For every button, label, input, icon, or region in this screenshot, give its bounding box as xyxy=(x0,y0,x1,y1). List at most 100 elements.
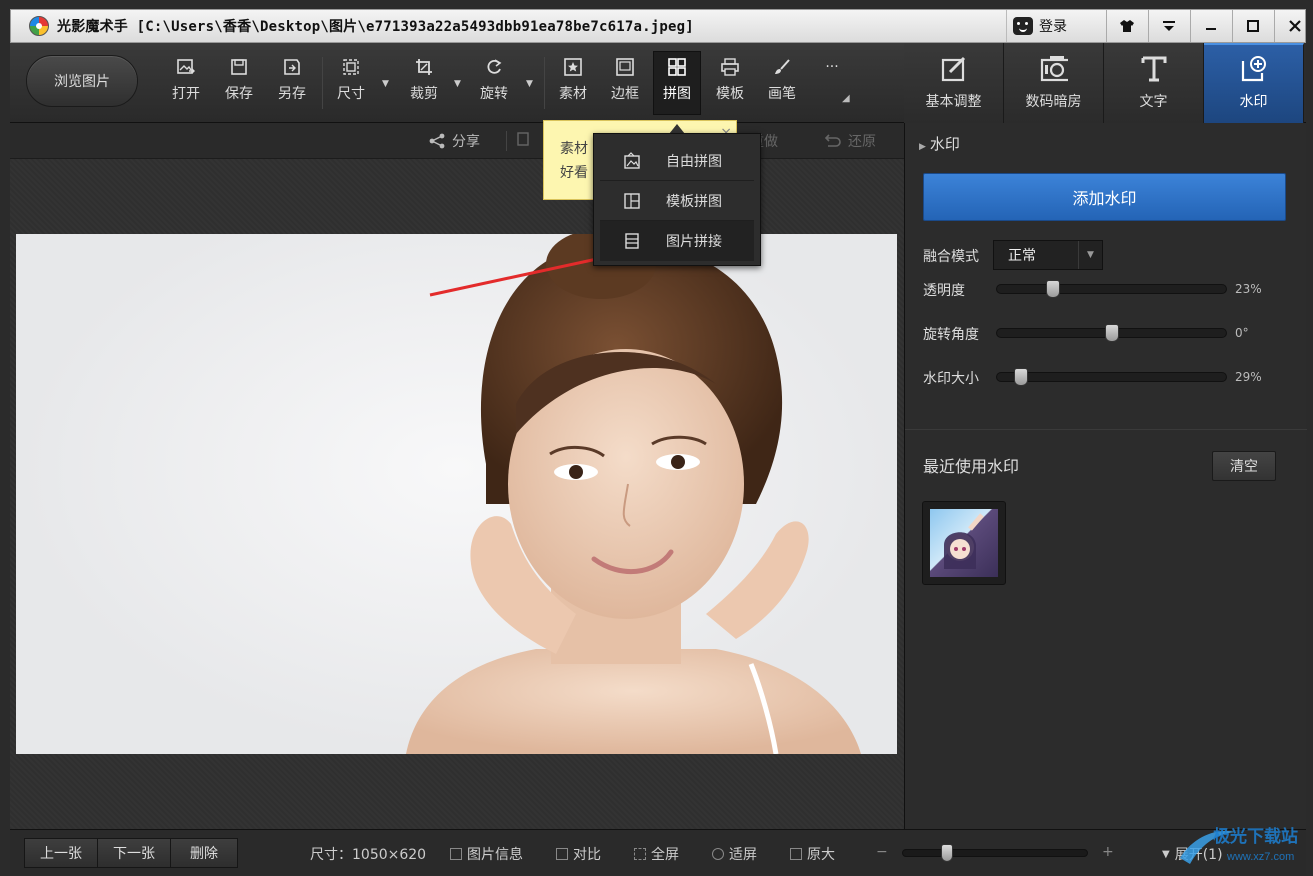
blend-mode-select[interactable]: 正常 ▼ xyxy=(993,240,1103,270)
skin-button[interactable] xyxy=(1106,10,1147,42)
menu-item-free-collage[interactable]: 自由拼图 xyxy=(600,141,754,181)
watermark-section-header[interactable]: ▶ 水印 xyxy=(919,133,960,154)
opacity-slider[interactable] xyxy=(996,280,1227,298)
size-slider-handle[interactable] xyxy=(1014,368,1028,386)
save-button[interactable]: 保存 xyxy=(215,57,263,113)
browse-images-button[interactable]: 浏览图片 xyxy=(26,55,138,107)
app-logo-icon xyxy=(29,16,49,36)
text-icon xyxy=(1140,55,1168,83)
menu-icon xyxy=(1163,21,1175,31)
watermark-section-title: 水印 xyxy=(929,135,960,153)
rotate-caret-icon[interactable]: ▼ xyxy=(526,79,533,89)
login-label: 登录 xyxy=(1039,19,1067,35)
original-size-label: 原大 xyxy=(807,847,835,863)
free-collage-icon xyxy=(622,151,642,171)
menu-item-template-collage[interactable]: 模板拼图 xyxy=(600,181,754,221)
menu-item-free-collage-label: 自由拼图 xyxy=(666,153,722,170)
tab-darkroom-label: 数码暗房 xyxy=(1025,94,1082,110)
tab-darkroom[interactable]: 数码暗房 xyxy=(1004,43,1104,123)
fullscreen-label: 全屏 xyxy=(651,847,679,863)
fit-screen-button[interactable]: 适屏 xyxy=(712,844,757,864)
collage-label: 拼图 xyxy=(663,86,691,102)
fullscreen-button[interactable]: 全屏 xyxy=(634,844,679,864)
template-collage-icon xyxy=(622,191,642,211)
collage-button[interactable]: 拼图 xyxy=(653,51,701,115)
rotate-button[interactable]: 旋转 xyxy=(470,57,518,113)
rotation-value: 0° xyxy=(1235,326,1249,340)
rotation-label: 旋转角度 xyxy=(923,327,979,343)
zoom-slider[interactable] xyxy=(902,844,1088,862)
open-image-icon xyxy=(176,57,196,77)
rotation-slider[interactable] xyxy=(996,324,1227,342)
collage-icon xyxy=(667,57,687,77)
restore-button[interactable]: 还原 xyxy=(824,131,876,151)
compare-label: 对比 xyxy=(573,847,601,863)
minimize-button[interactable] xyxy=(1190,10,1231,42)
save-as-button[interactable]: 另存 xyxy=(268,57,316,113)
image-info-button[interactable]: 图片信息 xyxy=(450,844,523,864)
anime-character-image xyxy=(930,509,998,577)
image-size-text: 尺寸：1050×620 xyxy=(310,847,427,863)
zoom-in-button[interactable]: + xyxy=(1102,844,1114,860)
rotation-slider-handle[interactable] xyxy=(1105,324,1119,342)
size-slider[interactable] xyxy=(996,368,1227,386)
recent-watermark-thumbnail[interactable] xyxy=(922,501,1006,585)
tab-text-label: 文字 xyxy=(1139,94,1168,110)
zoom-out-button[interactable]: − xyxy=(876,844,888,860)
collage-dropdown-menu: 自由拼图 模板拼图 图片拼接 xyxy=(593,133,761,266)
user-face-icon xyxy=(1013,17,1033,35)
copy-button[interactable] xyxy=(516,131,532,147)
open-button[interactable]: 打开 xyxy=(162,57,210,113)
login-button[interactable]: 登录 xyxy=(1006,10,1106,42)
opacity-label: 透明度 xyxy=(923,283,965,299)
tab-text[interactable]: 文字 xyxy=(1104,43,1204,123)
zoom-slider-handle[interactable] xyxy=(941,844,953,862)
add-watermark-button[interactable]: 添加水印 xyxy=(923,173,1286,221)
resize-caret-icon[interactable]: ▼ xyxy=(382,79,389,89)
close-icon xyxy=(1289,20,1301,32)
next-image-button[interactable]: 下一张 xyxy=(97,838,171,868)
open-label: 打开 xyxy=(172,86,200,102)
maximize-button[interactable] xyxy=(1232,10,1273,42)
more-tools-button[interactable]: ··· xyxy=(808,57,856,113)
minimize-icon xyxy=(1206,28,1216,30)
tab-basic-adjust[interactable]: 基本调整 xyxy=(904,43,1004,123)
status-bar: 上一张 下一张 删除 尺寸：1050×620 图片信息 对比 全屏 适屏 原大 … xyxy=(10,829,1306,875)
image-info-label: 图片信息 xyxy=(467,847,523,863)
tab-basic-adjust-label: 基本调整 xyxy=(925,94,982,110)
opacity-slider-handle[interactable] xyxy=(1046,280,1060,298)
tab-watermark-label: 水印 xyxy=(1239,94,1268,110)
prev-image-button[interactable]: 上一张 xyxy=(24,838,98,868)
toolbar-expand-icon[interactable]: ◢ xyxy=(842,93,850,104)
menu-button[interactable] xyxy=(1148,10,1189,42)
image-canvas: 分享 重做 还原 xyxy=(10,123,904,829)
original-size-button[interactable]: 原大 xyxy=(790,844,835,864)
size-value: 29% xyxy=(1235,370,1262,384)
tab-watermark[interactable]: 水印 xyxy=(1204,43,1304,123)
crop-caret-icon[interactable]: ▼ xyxy=(454,79,461,89)
resize-button[interactable]: 尺寸 xyxy=(327,57,375,113)
crop-button[interactable]: 裁剪 xyxy=(400,57,448,113)
material-button[interactable]: 素材 xyxy=(549,57,597,113)
more-icon: ··· xyxy=(825,59,839,75)
template-label: 模板 xyxy=(716,86,744,102)
compare-icon xyxy=(556,848,568,860)
image-info-icon xyxy=(450,848,462,860)
template-button[interactable]: 模板 xyxy=(706,57,754,113)
share-label: 分享 xyxy=(452,134,480,150)
brush-label: 画笔 xyxy=(768,86,796,102)
resize-icon xyxy=(341,57,361,77)
share-icon xyxy=(429,133,445,149)
size-label: 水印大小 xyxy=(923,371,979,387)
close-button[interactable] xyxy=(1274,10,1313,42)
compare-button[interactable]: 对比 xyxy=(556,844,601,864)
border-button[interactable]: 边框 xyxy=(601,57,649,113)
clear-recent-button[interactable]: 清空 xyxy=(1212,451,1276,481)
share-button[interactable]: 分享 xyxy=(428,131,480,151)
brush-button[interactable]: 画笔 xyxy=(758,57,806,113)
save-label: 保存 xyxy=(225,86,253,102)
toolbar-divider xyxy=(544,57,545,109)
delete-image-button[interactable]: 删除 xyxy=(170,838,238,868)
blend-mode-label: 融合模式 xyxy=(923,249,979,265)
menu-item-photo-stitch[interactable]: 图片拼接 xyxy=(600,221,754,261)
